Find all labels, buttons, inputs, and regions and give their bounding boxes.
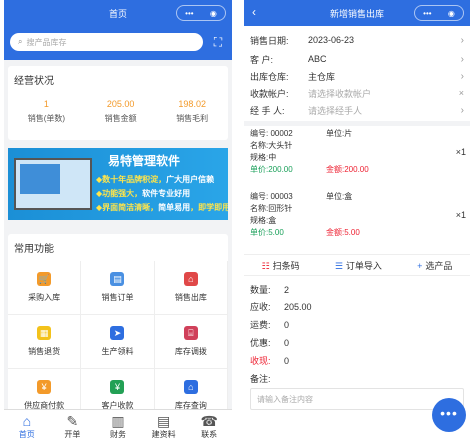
function-item[interactable]: ⌂ 销售出库 bbox=[154, 261, 228, 315]
chevron-right-icon: › bbox=[460, 104, 464, 116]
search-input[interactable]: ⌕ 搜产品库存 bbox=[10, 33, 203, 51]
function-icon: ⌸ bbox=[183, 326, 198, 340]
freight-input[interactable]: 运费: 0 bbox=[250, 316, 464, 333]
discount-input[interactable]: 优惠: 0 bbox=[250, 334, 464, 351]
stat-order-count[interactable]: 1 销售(单数) bbox=[28, 99, 65, 124]
outbound-nav-bar: ‹ 新增销售出库 ••• ◉ bbox=[244, 0, 470, 26]
banner-line: ◆界面简洁清晰，简单易用，即学即用 bbox=[96, 203, 228, 212]
function-item[interactable]: 🛒 采购入库 bbox=[8, 261, 82, 315]
search-icon: ⌕ bbox=[18, 37, 23, 46]
tab-finance[interactable]: ▥ 财务 bbox=[95, 410, 141, 443]
search-placeholder: 搜产品库存 bbox=[26, 37, 67, 47]
function-item[interactable]: ⌸ 库存调拨 bbox=[154, 315, 228, 369]
tab-create-order[interactable]: ✎ 开单 bbox=[50, 410, 96, 443]
banner-title: 易特管理软件 bbox=[108, 154, 181, 168]
finance-icon: ▥ bbox=[111, 413, 125, 429]
phone-icon: ☎ bbox=[200, 413, 218, 429]
function-label: 销售订单 bbox=[101, 293, 134, 302]
close-icon[interactable]: × bbox=[459, 88, 464, 98]
mini-program-capsule[interactable]: ••• ◉ bbox=[414, 5, 464, 21]
import-order-button[interactable]: ☰ 订单导入 bbox=[335, 259, 382, 272]
function-label: 销售出库 bbox=[174, 293, 207, 302]
function-icon: ¥ bbox=[110, 380, 125, 394]
sale-date-field[interactable]: 销售日期: 2023-06-23 › bbox=[250, 31, 464, 49]
scan-icon[interactable]: ⛶ bbox=[210, 34, 226, 50]
tab-home[interactable]: ⌂ 首页 bbox=[4, 410, 50, 443]
function-icon: ▦ bbox=[37, 326, 52, 340]
search-area: ⌕ 搜产品库存 ⛶ bbox=[4, 26, 232, 60]
select-product-button[interactable]: + 选产品 bbox=[417, 259, 452, 272]
scan-barcode-button[interactable]: ☷ 扫条码 bbox=[262, 259, 300, 272]
stat-sales-amount[interactable]: 205.00 销售金额 bbox=[105, 99, 137, 124]
customer-field[interactable]: 客 户: ABC › bbox=[250, 50, 464, 68]
close-icon[interactable]: ◉ bbox=[210, 9, 217, 18]
function-icon: 🛒 bbox=[37, 272, 52, 286]
total-quantity: 数量: 2 bbox=[250, 284, 290, 296]
mini-program-capsule[interactable]: ••• ◉ bbox=[176, 5, 226, 21]
function-icon: ¥ bbox=[37, 380, 52, 394]
quantity-badge: ×1 bbox=[455, 147, 466, 157]
home-screen: 首页 ••• ◉ ⌕ 搜产品库存 ⛶ 经营状况 1 销售(单数) 205.00 销售… bbox=[4, 0, 232, 443]
payment-account-field[interactable]: 收款帐户: 请选择收款帐户 × bbox=[250, 84, 464, 102]
function-label: 生产领料 bbox=[101, 347, 134, 356]
more-icon[interactable]: ••• bbox=[185, 9, 193, 18]
list-icon: ☰ bbox=[334, 260, 343, 271]
banner-line: ◆数十年品牌积淀，广大用户信赖 bbox=[96, 175, 215, 184]
barcode-icon: ☷ bbox=[261, 260, 270, 271]
new-sales-outbound-screen: ‹ 新增销售出库 ••• ◉ 销售日期: 2023-06-23 › 客 户: ABC ›… bbox=[244, 0, 470, 443]
common-functions-title: 常用功能 bbox=[14, 244, 54, 255]
home-icon: ⌂ bbox=[22, 413, 32, 429]
more-actions-button[interactable]: ••• bbox=[432, 398, 466, 432]
function-icon: ⌂ bbox=[183, 380, 198, 394]
memo-label: 备注: bbox=[250, 374, 271, 384]
more-icon[interactable]: ••• bbox=[423, 9, 431, 18]
function-grid: 🛒 采购入库 ▤ 销售订单 ⌂ 销售出库 ▦ 销售退货 ➤ 生产领料 ⌸ 库存调拨 ¥ 供应商付款 ¥ 客户收… bbox=[8, 261, 228, 423]
warehouse-field[interactable]: 出库仓库: 主仓库 › bbox=[250, 67, 464, 85]
cash-received-input[interactable]: 收现: 0 bbox=[250, 352, 464, 369]
edit-icon: ✎ bbox=[66, 413, 79, 429]
function-icon: ➤ bbox=[110, 326, 125, 340]
bottom-tab-bar: ⌂ 首页 ✎ 开单 ▥ 财务 ▤ 建资料 ☎ 联系 bbox=[4, 409, 232, 443]
tab-contact[interactable]: ☎ 联系 bbox=[186, 410, 232, 443]
function-label: 销售退货 bbox=[28, 347, 61, 356]
business-status-title: 经营状况 bbox=[14, 76, 54, 87]
handler-field[interactable]: 经 手 人: 请选择经手人 › bbox=[250, 101, 464, 119]
function-icon: ⌂ bbox=[183, 272, 198, 286]
function-item[interactable]: ▤ 销售订单 bbox=[81, 261, 155, 315]
banner-line: ◆功能强大，软件专业好用 bbox=[96, 189, 191, 198]
amount-receivable: 应收: 205.00 bbox=[250, 301, 312, 313]
function-icon: ▤ bbox=[110, 272, 125, 286]
function-label: 库存调拨 bbox=[174, 347, 207, 356]
chevron-right-icon: › bbox=[460, 34, 464, 46]
product-item[interactable]: 编号: 00003 单位: 盒 名称: 回形针 规格: 盒 单价:5.00 金额: 5… bbox=[250, 191, 466, 239]
stat-gross-profit[interactable]: 198.02 销售毛利 bbox=[176, 99, 208, 124]
product-actions-bar: ☷ 扫条码 ☰ 订单导入 + 选产品 bbox=[244, 254, 470, 276]
function-label: 采购入库 bbox=[28, 293, 61, 302]
tab-master-data[interactable]: ▤ 建资料 bbox=[141, 410, 187, 443]
common-functions-card: 常用功能 🛒 采购入库 ▤ 销售订单 ⌂ 销售出库 ▦ 销售退货 ➤ 生产领料 ⌸ 库存调拨 ¥ 供应商付… bbox=[8, 234, 228, 423]
divider bbox=[244, 121, 470, 126]
plus-icon: + bbox=[417, 260, 423, 271]
close-icon[interactable]: ◉ bbox=[448, 9, 455, 18]
product-item[interactable]: 编号: 00002 单位: 片 名称: 大头针 规格: 中 单价:200.00 金额… bbox=[250, 128, 466, 176]
business-status-card: 经营状况 1 销售(单数) 205.00 销售金额 198.02 销售毛利 bbox=[8, 66, 228, 140]
software-screenshot-image bbox=[14, 158, 92, 210]
chevron-right-icon: › bbox=[460, 70, 464, 82]
document-icon: ▤ bbox=[156, 413, 171, 429]
chevron-right-icon: › bbox=[460, 53, 464, 65]
promo-banner[interactable]: 易特管理软件 ◆数十年品牌积淀，广大用户信赖 ◆功能强大，软件专业好用 ◆界面简… bbox=[8, 148, 228, 220]
quantity-badge: ×1 bbox=[455, 210, 466, 220]
home-nav-bar: 首页 ••• ◉ bbox=[4, 0, 232, 26]
memo-input[interactable]: 请输入备注内容 bbox=[250, 388, 464, 410]
function-item[interactable]: ▦ 销售退货 bbox=[8, 315, 82, 369]
function-item[interactable]: ➤ 生产领料 bbox=[81, 315, 155, 369]
